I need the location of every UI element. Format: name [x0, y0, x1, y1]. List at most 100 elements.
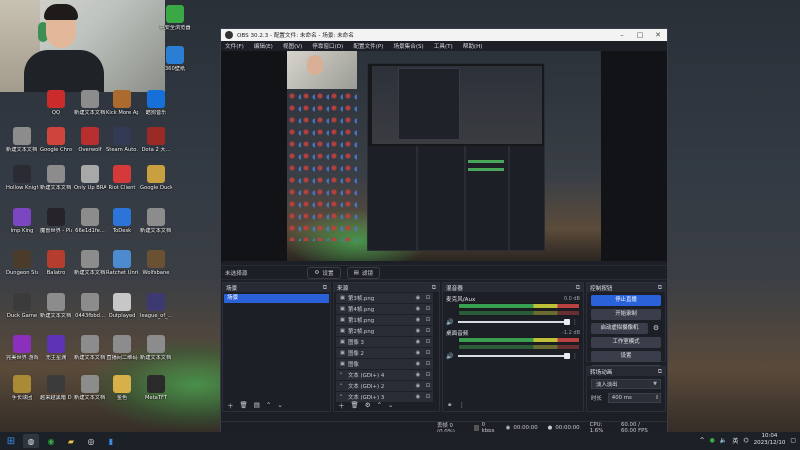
- source-list-item[interactable]: ▣ 第3帧.png ◉ ⊡: [336, 293, 433, 303]
- menu-item[interactable]: 配置文件(P): [353, 42, 383, 50]
- dock-float-icon[interactable]: ⧉: [432, 284, 436, 292]
- eye-icon[interactable]: ◉: [413, 306, 423, 312]
- gear-icon[interactable]: ⚙: [365, 401, 371, 409]
- more-icon[interactable]: ⋮: [458, 401, 465, 409]
- desktop-icon[interactable]: 360壁纸: [159, 46, 191, 72]
- desktop-icon[interactable]: 0443fbbd...: [74, 293, 106, 319]
- desktop-icon[interactable]: Ratchet Unrivaled: [106, 250, 138, 276]
- desktop-icon[interactable]: 越来越黑暗 Dark an...: [40, 375, 72, 401]
- desktop-icon[interactable]: 新建文本文档 (4): [40, 293, 72, 319]
- dock-float-icon[interactable]: ⧉: [576, 284, 580, 292]
- desktop-icon[interactable]: 新建文本文档 (9): [140, 208, 172, 234]
- eye-icon[interactable]: ◉: [413, 328, 423, 334]
- desktop-icon[interactable]: Only Up BRAINR...: [74, 165, 106, 191]
- desktop-icon[interactable]: 无主星渊: [40, 335, 72, 361]
- desktop-icon[interactable]: 完美世界 游戏测试: [6, 335, 38, 361]
- network-icon[interactable]: ⌬: [743, 437, 748, 444]
- desktop-icon[interactable]: Kick More Apple...: [106, 90, 138, 116]
- speaker-icon[interactable]: 🔊: [446, 353, 458, 360]
- more-icon[interactable]: ⋮: [570, 353, 580, 360]
- dock-float-icon[interactable]: ⧉: [658, 284, 662, 292]
- source-list-item[interactable]: ▣ 图像 ◉ ⊡: [336, 359, 433, 369]
- trash-icon[interactable]: 🗑: [351, 401, 359, 409]
- lock-icon[interactable]: ⊡: [423, 372, 433, 378]
- volume-slider-knob[interactable]: [564, 353, 570, 359]
- desktop-icon[interactable]: MetaTFT: [140, 375, 172, 401]
- clock[interactable]: 10:04 2023/12/10: [754, 433, 786, 447]
- chevron-up-icon[interactable]: ^: [700, 437, 705, 444]
- desktop-icon[interactable]: Google Duck: [140, 165, 172, 191]
- lock-icon[interactable]: ⊡: [423, 317, 433, 323]
- input-language[interactable]: 英: [732, 436, 738, 445]
- folder-icon[interactable]: ▰: [63, 434, 79, 448]
- desktop-icon[interactable]: Dungeon Stalkers: [6, 250, 38, 276]
- add-icon[interactable]: ＋: [338, 400, 345, 410]
- search-icon[interactable]: ◍: [23, 434, 39, 448]
- desktop-icon[interactable]: Hollow Knight...: [6, 165, 38, 191]
- source-list-item[interactable]: ▣ 第2帧.png ◉ ⊡: [336, 326, 433, 336]
- desktop-icon[interactable]: ToDesk: [106, 208, 138, 234]
- desktop-icon[interactable]: 酷狗音乐: [140, 90, 172, 116]
- source-list-item[interactable]: ▣ 图像 2 ◉ ⊡: [336, 348, 433, 358]
- trash-icon[interactable]: 🗑: [240, 401, 248, 409]
- wechat-icon[interactable]: ●: [710, 437, 715, 444]
- desktop-icon[interactable]: 中安全浏览器: [159, 5, 191, 31]
- source-list-item[interactable]: ▣ 第4帧.png ◉ ⊡: [336, 304, 433, 314]
- desktop-icon[interactable]: league_of_... - 快捷方式: [140, 293, 172, 319]
- duration-input[interactable]: 400 ms ⇕: [607, 393, 661, 403]
- speaker-icon[interactable]: 🔊: [446, 319, 458, 326]
- lock-icon[interactable]: ⊡: [423, 328, 433, 334]
- studio-mode-button[interactable]: 工作室模式: [591, 337, 661, 348]
- source-list-item[interactable]: ᵃ 文本 (GDI+) 4 ◉ ⊡: [336, 370, 433, 380]
- menu-item[interactable]: 停靠窗口(D): [312, 42, 343, 50]
- virtual-camera-button[interactable]: 启动虚拟摄像机: [591, 323, 648, 334]
- eye-icon[interactable]: ◉: [413, 361, 423, 367]
- minimize-icon[interactable]: –: [613, 31, 631, 39]
- preview-canvas[interactable]: [221, 51, 667, 261]
- desktop-icon[interactable]: Dota 2 大...: [140, 127, 172, 153]
- obs-taskbar-icon[interactable]: ◎: [83, 434, 99, 448]
- settings-button[interactable]: 设置: [591, 351, 661, 362]
- desktop-icon[interactable]: 新建文本文档 (10): [74, 250, 106, 276]
- lock-icon[interactable]: ⊡: [423, 339, 433, 345]
- desktop-icon[interactable]: 魔兽世界 - Playtest: [40, 208, 72, 234]
- dock-float-icon[interactable]: ⧉: [658, 368, 662, 376]
- volume-slider[interactable]: [458, 353, 570, 359]
- obs-title-bar[interactable]: OBS 30.2.3 - 配置文件: 未命名 - 场景: 未命名 – □ ✕: [221, 29, 667, 41]
- desktop-icon[interactable]: 直播间二维码: [106, 335, 138, 361]
- source-list-item[interactable]: ▣ 第1帧.png ◉ ⊡: [336, 315, 433, 325]
- menu-item[interactable]: 场景集合(S): [393, 42, 423, 50]
- desktop-icon[interactable]: 新建文本文档 (7): [6, 127, 38, 153]
- desktop-icon[interactable]: 手长球团: [6, 375, 38, 401]
- chevron-up-icon[interactable]: ⌃: [266, 401, 271, 409]
- eye-icon[interactable]: ◉: [413, 339, 423, 345]
- gear-icon[interactable]: ⚙: [651, 323, 661, 334]
- notification-icon[interactable]: ▢: [790, 437, 796, 444]
- desktop-icon[interactable]: 66e1d1fe...: [74, 208, 106, 234]
- browser-icon[interactable]: ◉: [43, 434, 59, 448]
- desktop-icon[interactable]: 新建文本文档 (6): [140, 335, 172, 361]
- volume-slider[interactable]: [458, 319, 570, 325]
- properties-button[interactable]: ⚙ 设置: [307, 266, 341, 279]
- dock-float-icon[interactable]: ⧉: [323, 284, 327, 292]
- desktop-icon[interactable]: 金色: [106, 375, 138, 401]
- maximize-icon[interactable]: □: [631, 31, 649, 39]
- lock-icon[interactable]: ⊡: [423, 361, 433, 367]
- source-list-item[interactable]: ᵃ 文本 (GDI+) 2 ◉ ⊡: [336, 381, 433, 391]
- desktop-icon[interactable]: 新建文本文档 (12): [74, 90, 106, 116]
- chevron-up-icon[interactable]: ⌃: [377, 401, 382, 409]
- filter-icon[interactable]: ▤: [254, 401, 260, 409]
- desktop-icon[interactable]: Overwolf: [74, 127, 106, 153]
- eye-icon[interactable]: ◉: [413, 350, 423, 356]
- stream-button[interactable]: 停止直播: [591, 295, 661, 306]
- lock-icon[interactable]: ⊡: [423, 350, 433, 356]
- source-list-item[interactable]: ▣ 图像 3 ◉ ⊡: [336, 337, 433, 347]
- lock-icon[interactable]: ⊡: [423, 295, 433, 301]
- eye-icon[interactable]: ◉: [413, 372, 423, 378]
- menu-item[interactable]: 编辑(E): [254, 42, 273, 50]
- lock-icon[interactable]: ⊡: [423, 383, 433, 389]
- desktop-icon[interactable]: Outplayed: [106, 293, 138, 319]
- desktop-icon[interactable]: Wolfsbane: [140, 250, 172, 276]
- add-icon[interactable]: ＋: [227, 400, 234, 410]
- menu-item[interactable]: 视图(V): [283, 42, 302, 50]
